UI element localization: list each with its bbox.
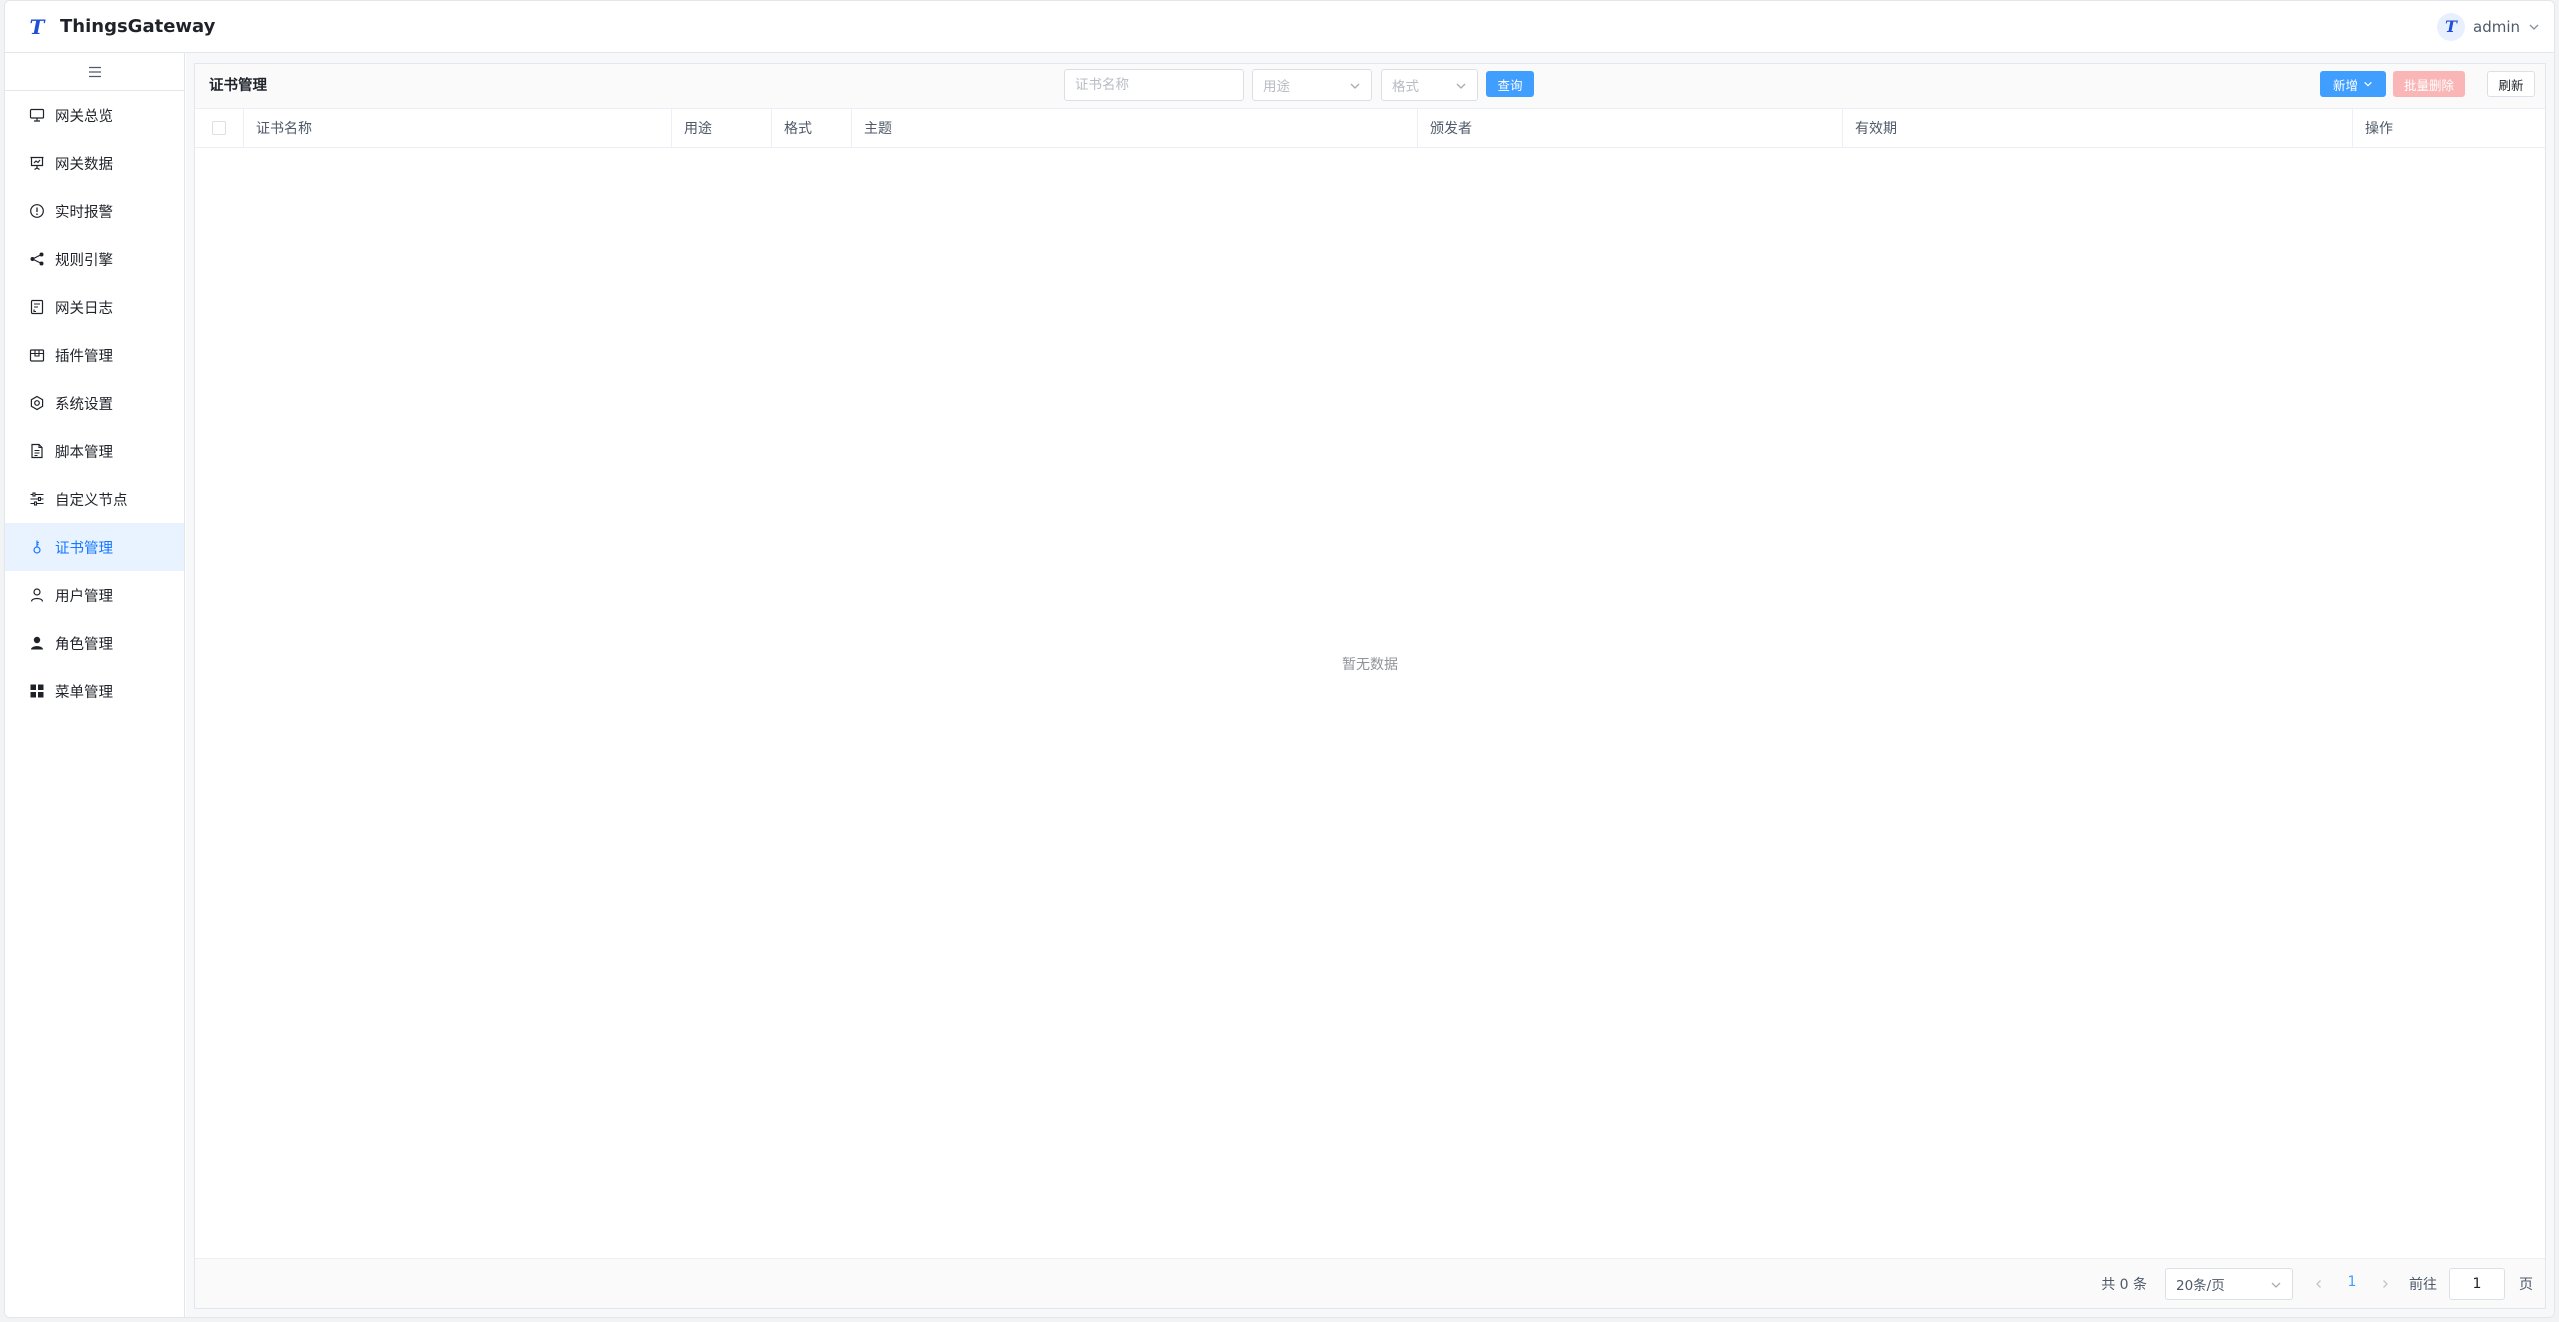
sidebar-item-rule-engine[interactable]: 规则引擎 — [5, 235, 184, 283]
sidebar-item-role-management[interactable]: 角色管理 — [5, 619, 184, 667]
sidebar: 网关总览 网关数据 实时报警 规则引擎 网关日志 插件管理 系统设置 脚本管理 — [5, 53, 185, 1317]
sidebar-item-label: 网关总览 — [55, 108, 113, 125]
format-select[interactable]: 格式 — [1381, 69, 1478, 101]
page-size-select[interactable]: 20条/页 — [2165, 1268, 2293, 1300]
sidebar-item-gateway-log[interactable]: 网关日志 — [5, 283, 184, 331]
sidebar-item-label: 网关数据 — [55, 156, 113, 173]
column-header-validity[interactable]: 有效期 — [1843, 109, 2353, 147]
app-title: ThingsGateway — [60, 16, 216, 37]
pagination-total: 共 0 条 — [2101, 1277, 2147, 1293]
presentation-icon — [29, 155, 45, 171]
page-suffix-label: 页 — [2519, 1277, 2533, 1293]
sidebar-item-menu-management[interactable]: 菜单管理 — [5, 667, 184, 715]
gear-icon — [29, 395, 45, 411]
chevron-down-icon — [2364, 81, 2372, 87]
user-filled-icon — [29, 635, 45, 651]
goto-page-input[interactable] — [2449, 1268, 2505, 1300]
refresh-button[interactable]: 刷新 — [2487, 71, 2535, 97]
page-number-current[interactable]: 1 — [2339, 1274, 2365, 1290]
share-icon — [29, 251, 45, 267]
file-icon — [29, 443, 45, 459]
column-header-usage[interactable]: 用途 — [672, 109, 772, 147]
page-size-value: 20条/页 — [2176, 1278, 2225, 1294]
pagination: 共 0 条 20条/页 1 前往 页 — [195, 1258, 2545, 1308]
format-select-placeholder: 格式 — [1392, 79, 1419, 95]
key-icon — [29, 539, 45, 555]
chevron-down-icon — [1350, 83, 1360, 89]
sidebar-item-label: 系统设置 — [55, 396, 113, 413]
sidebar-item-label: 菜单管理 — [55, 684, 113, 701]
query-button[interactable]: 查询 — [1486, 71, 1534, 97]
sidebar-item-system-settings[interactable]: 系统设置 — [5, 379, 184, 427]
add-button-label: 新增 — [2332, 77, 2358, 93]
toolbar: 证书管理 用途 格式 查询 新增 批量删除 刷新 — [195, 64, 2545, 108]
sidebar-item-label: 用户管理 — [55, 588, 113, 605]
main-content: 证书管理 用途 格式 查询 新增 批量删除 刷新 — [186, 53, 2554, 1317]
logo-icon: T — [29, 15, 45, 39]
table-header: 证书名称 用途 格式 主题 颁发者 有效期 操作 — [195, 108, 2545, 148]
goto-label: 前往 — [2409, 1277, 2437, 1293]
sidebar-item-label: 自定义节点 — [55, 492, 128, 509]
chevron-right-icon — [2383, 1280, 2388, 1288]
sidebar-item-plugin-management[interactable]: 插件管理 — [5, 331, 184, 379]
grid-icon — [29, 683, 45, 699]
sidebar-item-label: 插件管理 — [55, 348, 113, 365]
sidebar-item-label: 证书管理 — [55, 540, 113, 557]
top-header: T ThingsGateway T admin — [5, 1, 2554, 53]
page-title: 证书管理 — [209, 78, 267, 94]
prev-page-button[interactable] — [2311, 1274, 2327, 1294]
sliders-icon — [29, 491, 45, 507]
chevron-left-icon — [2316, 1280, 2321, 1288]
sidebar-item-label: 网关日志 — [55, 300, 113, 317]
next-page-button[interactable] — [2377, 1274, 2393, 1294]
sidebar-item-gateway-overview[interactable]: 网关总览 — [5, 91, 184, 139]
empty-state-text: 暂无数据 — [1342, 657, 1398, 673]
column-header-subject[interactable]: 主题 — [852, 109, 1418, 147]
certificate-name-input[interactable] — [1064, 69, 1244, 101]
sidebar-item-realtime-alarm[interactable]: 实时报警 — [5, 187, 184, 235]
user-icon — [29, 587, 45, 603]
user-name[interactable]: admin — [2473, 18, 2520, 36]
column-header-name[interactable]: 证书名称 — [244, 109, 672, 147]
usage-select-placeholder: 用途 — [1263, 79, 1290, 95]
sidebar-item-label: 脚本管理 — [55, 444, 113, 461]
usage-select[interactable]: 用途 — [1252, 69, 1372, 101]
chevron-down-icon[interactable] — [2528, 21, 2540, 33]
column-header-issuer[interactable]: 颁发者 — [1418, 109, 1843, 147]
sidebar-item-user-management[interactable]: 用户管理 — [5, 571, 184, 619]
user-menu[interactable]: T admin — [2437, 13, 2540, 41]
select-all-checkbox[interactable] — [212, 121, 226, 135]
column-header-format[interactable]: 格式 — [772, 109, 852, 147]
certificate-panel: 证书管理 用途 格式 查询 新增 批量删除 刷新 — [194, 63, 2546, 1309]
add-button[interactable]: 新增 — [2320, 71, 2386, 97]
sidebar-collapse-button[interactable] — [5, 53, 184, 91]
batch-delete-button[interactable]: 批量删除 — [2393, 71, 2465, 97]
chevron-down-icon — [2271, 1282, 2281, 1288]
monitor-icon — [29, 107, 45, 123]
sidebar-item-label: 角色管理 — [55, 636, 113, 653]
sidebar-item-script-management[interactable]: 脚本管理 — [5, 427, 184, 475]
sidebar-item-label: 实时报警 — [55, 204, 113, 221]
app-window: T ThingsGateway T admin 网关总览 网关数据 实时报警 规… — [4, 0, 2555, 1318]
sidebar-item-gateway-data[interactable]: 网关数据 — [5, 139, 184, 187]
avatar[interactable]: T — [2437, 13, 2465, 41]
chevron-down-icon — [1456, 83, 1466, 89]
header-select-all[interactable] — [195, 109, 244, 147]
sidebar-item-custom-node[interactable]: 自定义节点 — [5, 475, 184, 523]
box-icon — [29, 347, 45, 363]
column-header-actions: 操作 — [2365, 121, 2393, 137]
sidebar-item-certificate-management[interactable]: 证书管理 — [5, 523, 184, 571]
sidebar-item-label: 规则引擎 — [55, 252, 113, 269]
log-document-icon — [29, 299, 45, 315]
menu-icon[interactable] — [88, 66, 102, 78]
alert-circle-icon — [29, 203, 45, 219]
